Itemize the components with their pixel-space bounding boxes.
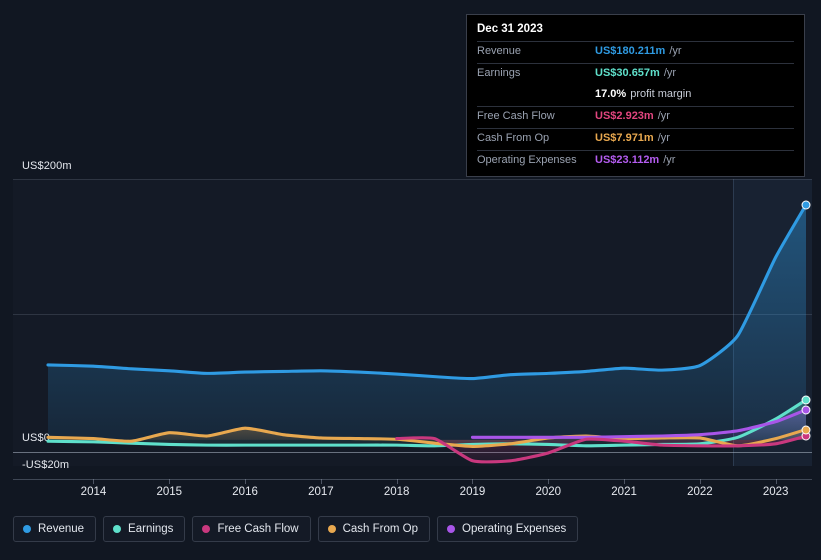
- x-axis-tick-2020: [548, 479, 550, 484]
- tooltip-row-value: 17.0%: [595, 88, 627, 100]
- tooltip-row-unit: /yr: [669, 45, 682, 57]
- y-axis-label-0: US$0: [22, 432, 50, 444]
- tooltip-row-free-cash-flow: Free Cash Flow US$2.923m/yr: [477, 106, 794, 128]
- endpoint-marker-cash-from-op[interactable]: [801, 425, 811, 434]
- x-axis-label-2019: 2019: [459, 486, 486, 498]
- tooltip-row-unit: /yr: [663, 154, 676, 166]
- tooltip-row-revenue: Revenue US$180.211m/yr: [477, 41, 794, 63]
- x-axis-label-2016: 2016: [232, 486, 258, 498]
- legend-item-label: Free Cash Flow: [217, 523, 299, 535]
- legend-color-dot-icon: [327, 525, 336, 533]
- tooltip-row-value: US$30.657m: [595, 67, 660, 79]
- tooltip-date: Dec 31 2023: [477, 23, 543, 35]
- legend-item-operating-expenses[interactable]: Operating Expenses: [437, 516, 579, 542]
- tooltip-row-unit: /yr: [663, 67, 677, 79]
- legend-color-dot-icon: [113, 525, 122, 533]
- tooltip-row-value: US$2.923m: [595, 110, 654, 122]
- legend-item-earnings[interactable]: Earnings: [103, 516, 186, 542]
- tooltip-row-operating-expenses: Operating Expenses US$23.112m/yr: [477, 150, 794, 172]
- legend-color-dot-icon: [447, 525, 456, 533]
- x-axis-tick-2019: [472, 479, 474, 484]
- x-axis-label-2022: 2022: [687, 486, 713, 498]
- x-axis-label-2017: 2017: [308, 486, 334, 498]
- tooltip-row-earnings: Earnings US$30.657m/yr: [477, 63, 794, 85]
- x-axis-label-2023: 2023: [762, 486, 789, 498]
- data-tooltip: Dec 31 2023 Revenue US$180.211m/yr Earning…: [466, 14, 805, 177]
- tooltip-row-key: Operating Expenses: [477, 154, 577, 166]
- x-axis-tick-2018: [396, 479, 398, 484]
- x-axis-tick-2017: [320, 479, 322, 484]
- tooltip-row-value: US$180.211m: [595, 45, 666, 57]
- x-axis-label-2020: 2020: [535, 486, 562, 498]
- tooltip-row-subtext: profit margin: [630, 88, 692, 100]
- tooltip-row-unit: /yr: [657, 110, 670, 122]
- legend-item-revenue[interactable]: Revenue: [13, 516, 97, 542]
- tooltip-row-cash-from-op: Cash From Op US$7.971m/yr: [477, 128, 794, 150]
- x-axis-tick-2015: [169, 479, 171, 484]
- legend-item-label: Cash From Op: [342, 523, 419, 535]
- y-axis-label-neg20m: -US$20m: [22, 459, 70, 471]
- x-axis-line: [13, 479, 812, 480]
- tooltip-row-value: US$23.112m: [595, 154, 660, 166]
- legend-color-dot-icon: [202, 525, 211, 533]
- gridline-100m: [13, 314, 812, 315]
- tooltip-row-profit-margin: 17.0% profit margin: [477, 85, 794, 106]
- chart-root: US$200m US$0 -US$20m 2014 2015 2016 2017…: [0, 0, 821, 560]
- tooltip-rows: Revenue US$180.211m/yr Earnings US$30.657m /…: [477, 41, 794, 172]
- endpoint-marker-revenue[interactable]: [801, 200, 811, 210]
- x-axis-tick-2022: [699, 479, 701, 484]
- tooltip-row-key: Revenue: [477, 45, 522, 57]
- y-axis-label-200m: US$200m: [22, 160, 72, 172]
- plot-area-background: [13, 179, 812, 466]
- x-axis-tick-2021: [624, 479, 626, 484]
- x-axis-tick-2023: [775, 479, 777, 484]
- tooltip-row-key: Earnings: [477, 67, 521, 79]
- x-axis-label-2014: 2014: [80, 486, 107, 498]
- x-axis-label-2018: 2018: [383, 486, 410, 498]
- tooltip-row-key: Free Cash Flow: [477, 110, 555, 122]
- recent-period-band-edge: [733, 179, 734, 466]
- gridline-200m: [13, 179, 812, 180]
- axis-zero-line: [13, 452, 812, 453]
- x-axis-label-2015: 2015: [156, 486, 183, 498]
- legend-color-dot-icon: [23, 525, 31, 533]
- tooltip-row-key: Cash From Op: [477, 132, 550, 144]
- legend-item-free-cash-flow[interactable]: Free Cash Flow: [192, 516, 311, 542]
- tooltip-row-value: US$7.971m: [595, 132, 654, 144]
- recent-period-band: [733, 179, 812, 466]
- endpoint-marker-operating-expenses[interactable]: [801, 405, 811, 415]
- x-axis-tick-2014: [93, 479, 95, 484]
- x-axis-label-2021: 2021: [611, 486, 637, 498]
- legend-item-cash-from-op[interactable]: Cash From Op: [317, 516, 431, 542]
- x-axis-tick-2016: [245, 479, 247, 484]
- legend-item-label: Operating Expenses: [462, 523, 567, 535]
- chart-legend: Revenue Earnings Free Cash Flow Cash From O…: [13, 516, 579, 542]
- endpoint-marker-earnings[interactable]: [801, 395, 811, 405]
- legend-item-label: Revenue: [38, 523, 85, 535]
- legend-item-label: Earnings: [128, 523, 174, 535]
- tooltip-row-unit: /yr: [657, 132, 670, 144]
